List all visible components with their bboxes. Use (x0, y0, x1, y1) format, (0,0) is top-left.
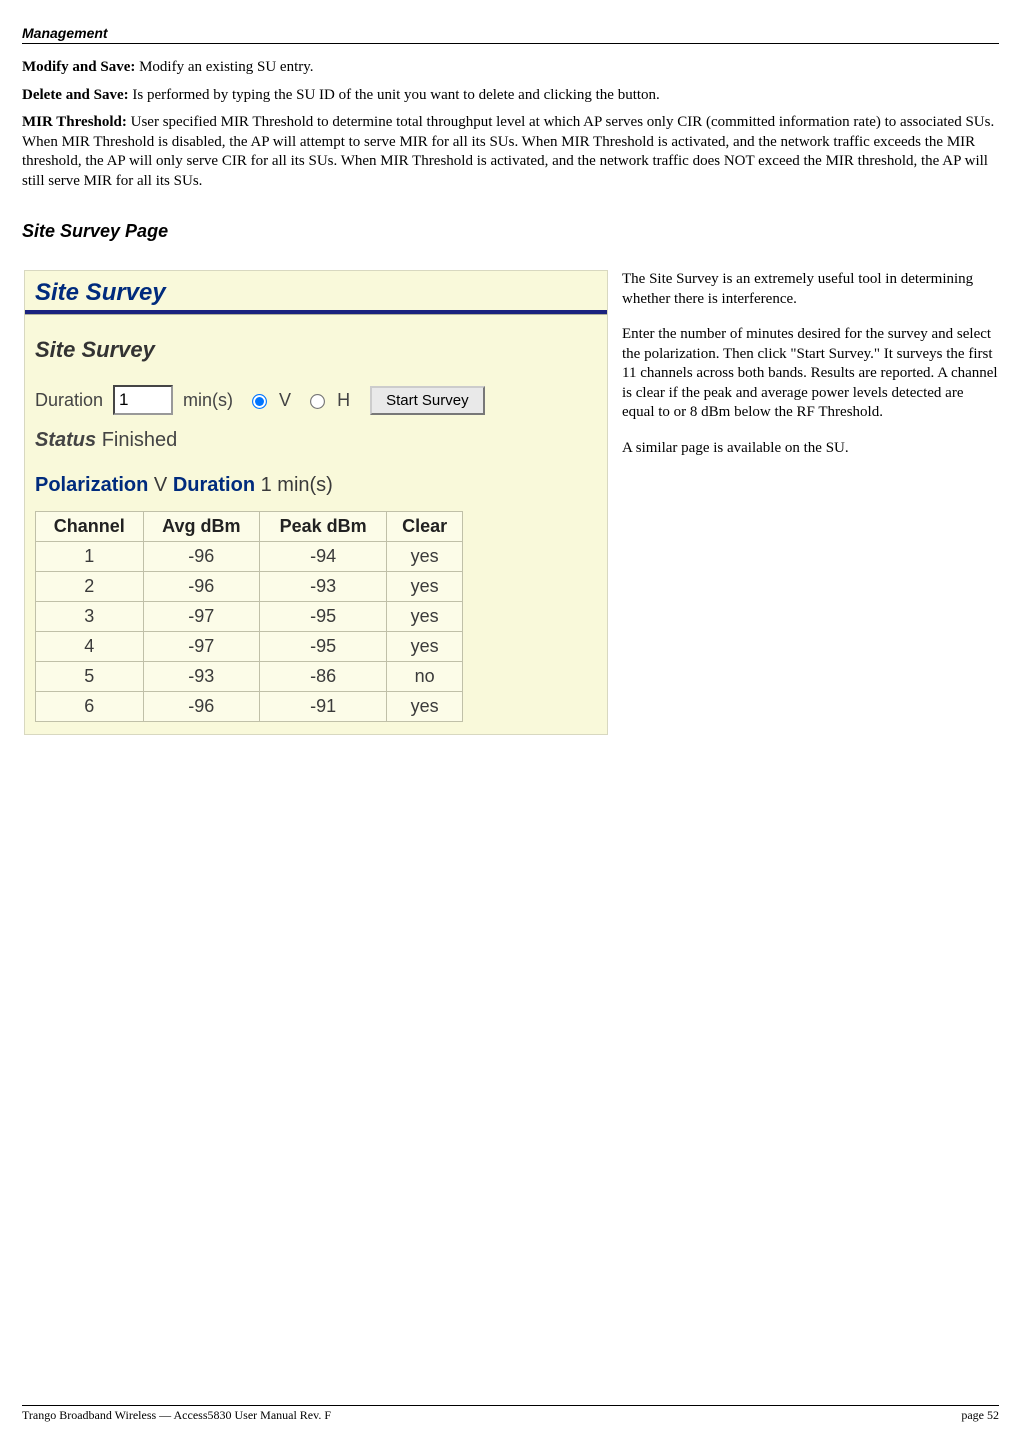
aside-p1: The Site Survey is an extremely useful t… (622, 270, 999, 309)
delete-save-paragraph: Delete and Save: Is performed by typing … (22, 86, 999, 106)
results-table: Channel Avg dBm Peak dBm Clear 1 -96 -94… (35, 511, 463, 722)
col-channel: Channel (36, 512, 144, 542)
cell-clear: yes (387, 692, 463, 722)
delete-save-text: Is performed by typing the SU ID of the … (129, 87, 660, 103)
cell-channel: 1 (36, 542, 144, 572)
page-header: Management (22, 25, 999, 44)
polarization-v-radio[interactable] (252, 394, 267, 409)
aside-p3: A similar page is available on the SU. (622, 439, 999, 459)
aside-text: The Site Survey is an extremely useful t… (618, 270, 999, 474)
modify-save-paragraph: Modify and Save: Modify an existing SU e… (22, 58, 999, 78)
col-clear: Clear (387, 512, 463, 542)
duration-label: Duration (35, 390, 103, 411)
mir-threshold-paragraph: MIR Threshold: User specified MIR Thresh… (22, 113, 999, 191)
cell-channel: 4 (36, 632, 144, 662)
mir-threshold-label: MIR Threshold: (22, 114, 127, 130)
page-footer: Trango Broadband Wireless — Access5830 U… (22, 1405, 999, 1423)
panel-title: Site Survey (35, 279, 597, 307)
panel-divider (25, 310, 607, 315)
panel-subtitle: Site Survey (35, 337, 597, 363)
table-row: 5 -93 -86 no (36, 662, 463, 692)
footer-right: page 52 (961, 1408, 999, 1423)
result-duration-value: 1 min(s) (261, 474, 333, 496)
table-row: 4 -97 -95 yes (36, 632, 463, 662)
cell-avg: -97 (143, 602, 260, 632)
result-duration-label: Duration (173, 474, 255, 496)
cell-avg: -96 (143, 692, 260, 722)
cell-channel: 2 (36, 572, 144, 602)
cell-avg: -93 (143, 662, 260, 692)
polarization-result-label: Polarization (35, 474, 148, 496)
cell-peak: -94 (260, 542, 387, 572)
cell-clear: yes (387, 572, 463, 602)
cell-clear: yes (387, 542, 463, 572)
aside-p2: Enter the number of minutes desired for … (622, 325, 999, 423)
polarization-h-label: H (337, 390, 350, 411)
cell-peak: -95 (260, 602, 387, 632)
col-peak: Peak dBm (260, 512, 387, 542)
polarization-h-radio[interactable] (310, 394, 325, 409)
polarization-duration-line: Polarization V Duration 1 min(s) (35, 474, 597, 497)
status-line: Status Finished (35, 429, 597, 452)
mir-threshold-text: User specified MIR Threshold to determin… (22, 114, 994, 189)
polarization-v-label: V (279, 390, 291, 411)
table-row: 2 -96 -93 yes (36, 572, 463, 602)
table-header-row: Channel Avg dBm Peak dBm Clear (36, 512, 463, 542)
cell-avg: -96 (143, 542, 260, 572)
duration-input[interactable] (113, 385, 173, 415)
status-label: Status (35, 429, 96, 451)
table-row: 1 -96 -94 yes (36, 542, 463, 572)
footer-left: Trango Broadband Wireless — Access5830 U… (22, 1408, 331, 1423)
site-survey-panel: Site Survey Site Survey Duration min(s) … (24, 270, 608, 735)
cell-peak: -95 (260, 632, 387, 662)
table-row: 3 -97 -95 yes (36, 602, 463, 632)
modify-save-text: Modify an existing SU entry. (135, 59, 313, 75)
cell-avg: -97 (143, 632, 260, 662)
survey-form-row: Duration min(s) V H Start Survey (35, 385, 597, 415)
survey-layout: Site Survey Site Survey Duration min(s) … (22, 270, 999, 735)
section-heading: Site Survey Page (22, 221, 999, 242)
start-survey-button[interactable]: Start Survey (370, 386, 485, 415)
cell-avg: -96 (143, 572, 260, 602)
cell-peak: -93 (260, 572, 387, 602)
cell-channel: 6 (36, 692, 144, 722)
col-avg: Avg dBm (143, 512, 260, 542)
delete-save-label: Delete and Save: (22, 87, 129, 103)
cell-channel: 3 (36, 602, 144, 632)
table-row: 6 -96 -91 yes (36, 692, 463, 722)
cell-peak: -91 (260, 692, 387, 722)
cell-channel: 5 (36, 662, 144, 692)
cell-clear: yes (387, 632, 463, 662)
cell-clear: no (387, 662, 463, 692)
modify-save-label: Modify and Save: (22, 59, 135, 75)
cell-clear: yes (387, 602, 463, 632)
polarization-result-value: V (154, 474, 167, 496)
mins-label: min(s) (183, 390, 233, 411)
cell-peak: -86 (260, 662, 387, 692)
status-value: Finished (102, 429, 178, 451)
